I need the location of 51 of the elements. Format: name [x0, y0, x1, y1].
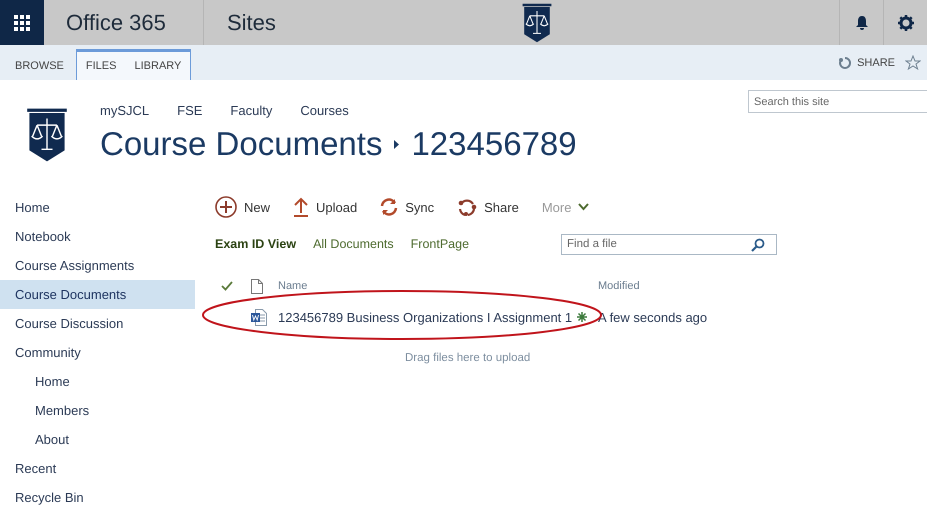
- sync-arrows-icon: [380, 198, 398, 216]
- top-nav-link[interactable]: Faculty: [230, 103, 272, 118]
- share-icon: [457, 198, 478, 216]
- sidebar-item[interactable]: Recycle Bin: [0, 483, 195, 512]
- select-all-check-icon[interactable]: [221, 281, 233, 291]
- sidebar-item[interactable]: Home: [0, 193, 195, 222]
- bell-icon: [854, 14, 868, 30]
- command-button[interactable]: Sync: [380, 198, 434, 216]
- suite-app-title[interactable]: Sites: [204, 0, 521, 45]
- word-document-icon: [251, 308, 267, 326]
- top-nav-link[interactable]: Courses: [300, 103, 349, 118]
- command-button[interactable]: Upload: [293, 197, 358, 217]
- command-button[interactable]: Share: [457, 198, 519, 216]
- sidebar-item[interactable]: Members: [0, 396, 195, 425]
- sidebar-item[interactable]: Home: [0, 367, 195, 396]
- top-nav-link[interactable]: FSE: [177, 103, 202, 118]
- sidebar-item[interactable]: About: [0, 425, 195, 454]
- ribbon-tab[interactable]: BROWSE: [6, 52, 73, 80]
- column-header[interactable]: Name: [278, 280, 598, 292]
- search-icon[interactable]: [751, 238, 765, 252]
- ribbon-tab[interactable]: LIBRARY: [125, 52, 190, 80]
- view-link[interactable]: Exam ID View: [215, 237, 296, 251]
- settings-icon: [898, 14, 914, 30]
- sidebar-item[interactable]: Course Documents: [0, 280, 195, 309]
- share-icon: [838, 56, 852, 70]
- grid-icon: [14, 14, 30, 30]
- sidebar-item[interactable]: Course Discussion: [0, 309, 195, 338]
- search-field[interactable]: Search this site: [748, 90, 927, 113]
- view-link[interactable]: FrontPage: [410, 237, 470, 251]
- plus-circle-icon: [215, 196, 237, 218]
- document-type-icon: [251, 278, 263, 294]
- sidebar-item[interactable]: Community: [0, 338, 195, 367]
- chevron-down-icon: [578, 203, 590, 211]
- app-launcher-button[interactable]: [0, 0, 44, 45]
- site-logo[interactable]: [25, 106, 69, 164]
- sidebar-item[interactable]: Course Assignments: [0, 251, 195, 280]
- column-header[interactable]: Modified: [598, 280, 927, 292]
- ribbon-tab[interactable]: FILES: [76, 52, 126, 80]
- upload-arrow-icon: [293, 197, 310, 217]
- page-title[interactable]: Course Documents: [100, 125, 382, 163]
- top-nav-link[interactable]: mySJCL: [100, 103, 150, 118]
- share-button[interactable]: SHARE: [838, 48, 895, 78]
- drop-hint: Drag files here to upload: [404, 352, 532, 364]
- breadcrumb-caret-icon: [394, 140, 400, 148]
- find-file-field[interactable]: Find a file: [561, 234, 777, 254]
- sidebar-item[interactable]: Notebook: [0, 222, 195, 251]
- page-subtitle: 123456789: [411, 125, 577, 163]
- follow-star-icon[interactable]: [905, 54, 921, 70]
- sidebar-item[interactable]: Recent: [0, 454, 195, 483]
- view-link[interactable]: All Documents: [313, 237, 394, 251]
- command-button[interactable]: New: [215, 196, 270, 218]
